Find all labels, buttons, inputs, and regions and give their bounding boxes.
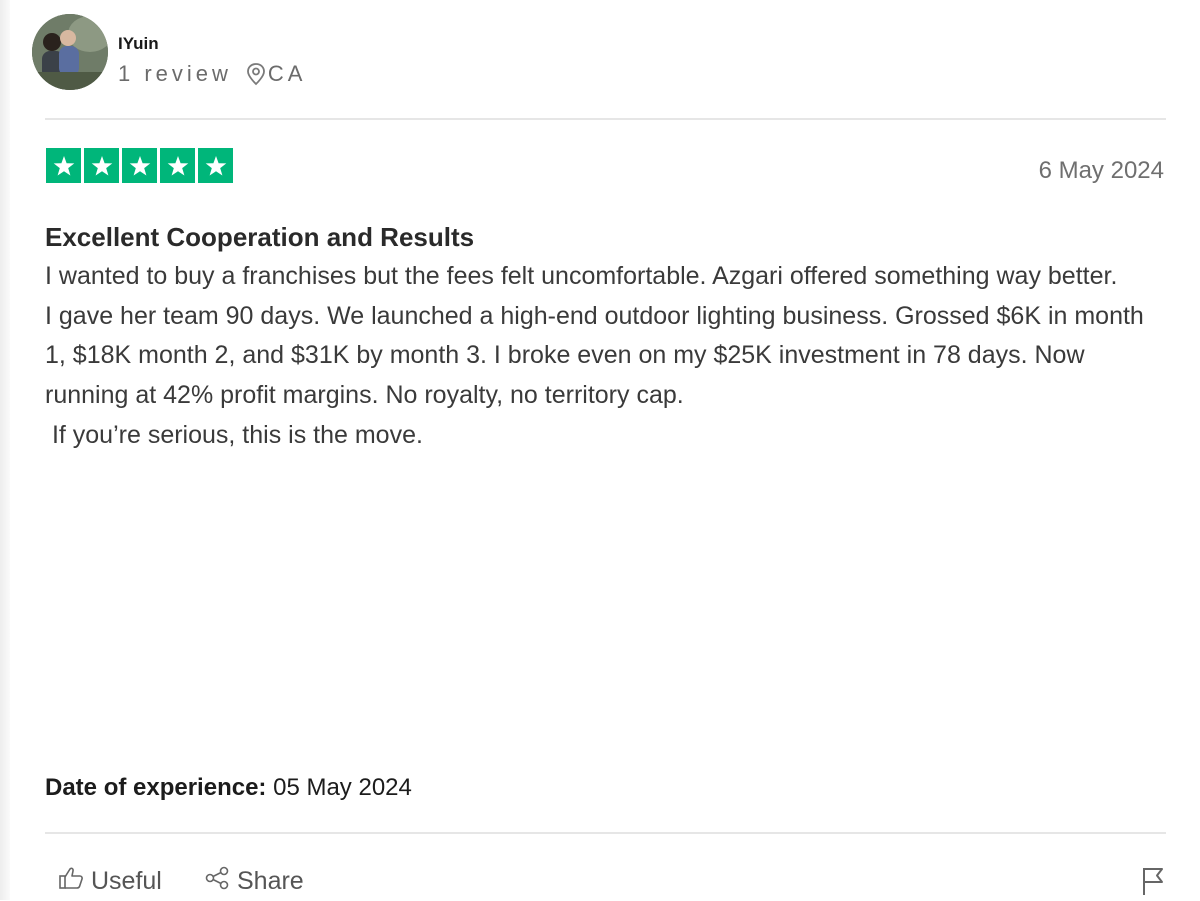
review-paragraph: I wanted to buy a franchises but the fee… xyxy=(45,262,1118,290)
date-of-experience: Date of experience: 05 May 2024 xyxy=(45,774,412,802)
header-divider xyxy=(45,118,1166,120)
review-body: I wanted to buy a franchises but the fee… xyxy=(45,257,1155,456)
star-icon xyxy=(84,148,119,183)
review-paragraph: I gave her team 90 days. We launched a h… xyxy=(45,301,1144,410)
star-icon xyxy=(46,148,81,183)
experience-label: Date of experience: xyxy=(45,774,267,801)
review-paragraph: If you’re serious, this is the move. xyxy=(45,420,423,449)
review-card: IYuin 1 review CA 6 May 2024 Excellent C… xyxy=(0,0,1200,900)
flag-icon[interactable] xyxy=(1140,866,1166,901)
useful-label: Useful xyxy=(91,867,162,895)
review-date: 6 May 2024 xyxy=(1038,157,1164,184)
reviewer-meta: 1 review CA xyxy=(118,61,306,87)
share-icon xyxy=(204,866,237,897)
reviewer-country: CA xyxy=(267,61,307,86)
review-count: 1 review xyxy=(118,61,232,86)
star-icon xyxy=(122,148,157,183)
footer-divider xyxy=(45,832,1166,834)
star-icon xyxy=(160,148,195,183)
location-pin-icon xyxy=(246,62,266,86)
review-title: Excellent Cooperation and Results xyxy=(45,222,475,252)
star-rating xyxy=(46,148,233,183)
reviewer-name[interactable]: IYuin xyxy=(118,34,159,54)
star-icon xyxy=(198,148,233,183)
share-button[interactable]: Share xyxy=(204,866,304,897)
share-label: Share xyxy=(237,867,304,895)
avatar[interactable] xyxy=(32,14,108,90)
useful-button[interactable]: Useful xyxy=(58,866,162,897)
experience-date: 05 May 2024 xyxy=(273,774,412,801)
thumbs-up-icon xyxy=(58,866,91,897)
